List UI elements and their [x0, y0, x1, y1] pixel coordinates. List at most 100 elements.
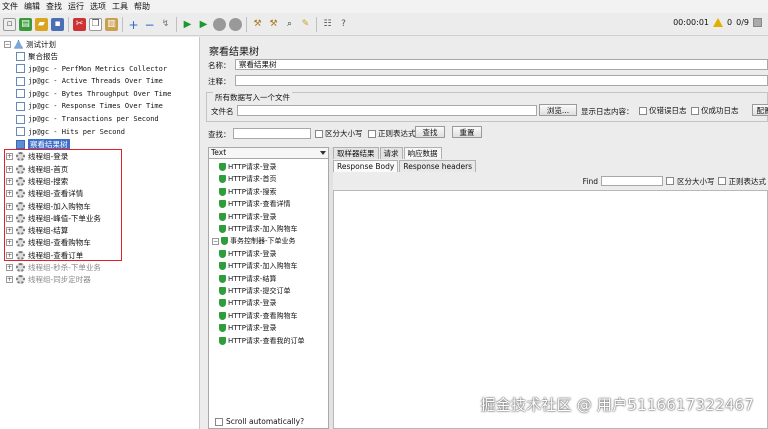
regex-checkbox[interactable] — [368, 129, 376, 138]
sample-row[interactable]: HTTP请求-查看购物车 — [219, 310, 297, 322]
sample-row[interactable]: HTTP请求-结算 — [219, 273, 276, 285]
sample-row[interactable]: HTTP请求-查看详情 — [219, 198, 290, 210]
tree-node[interactable]: jp@gc - PerfMon Metrics Collector — [16, 63, 167, 75]
transaction-row[interactable]: − 事务控制器-下单业务 — [212, 235, 296, 247]
errors-only-checkbox[interactable] — [639, 106, 647, 115]
open-icon[interactable]: ▰ — [35, 18, 48, 31]
renderer-select[interactable]: Text — [209, 148, 328, 159]
function-helper-icon[interactable]: ☷ — [321, 18, 334, 31]
menu-item[interactable]: 运行 — [68, 1, 84, 12]
sample-row[interactable]: HTTP请求-登录 — [219, 211, 276, 223]
sample-row[interactable]: HTTP请求-搜索 — [219, 186, 276, 198]
new-icon[interactable]: ▫ — [3, 18, 16, 31]
tree-node[interactable]: + 线程组-同步定时器 — [6, 274, 91, 286]
menu-item[interactable]: 文件 — [2, 1, 18, 12]
sample-row[interactable]: HTTP请求-首页 — [219, 173, 276, 185]
name-label: 名称： — [208, 61, 231, 70]
result-tab[interactable]: 取样器结果 — [333, 147, 379, 159]
sample-row[interactable]: HTTP请求-登录 — [219, 322, 276, 334]
menu-item[interactable]: 工具 — [112, 1, 128, 12]
find-case-checkbox[interactable] — [666, 177, 674, 185]
expand-toggle-icon[interactable]: + — [6, 264, 13, 271]
collapse-icon[interactable]: − — [143, 18, 156, 31]
clear-all-icon[interactable]: ⚒ — [267, 18, 280, 31]
browse-button[interactable]: 浏览... — [539, 104, 577, 116]
reset-search-icon[interactable]: ✎ — [299, 18, 312, 31]
success-only-option[interactable]: 仅成功日志 — [691, 105, 739, 116]
sample-row[interactable]: HTTP请求-提交订单 — [219, 285, 290, 297]
expand-icon[interactable]: + — [127, 18, 140, 31]
warning-icon[interactable] — [713, 18, 724, 27]
start-icon[interactable]: ▶ — [181, 18, 194, 31]
scroll-automatically-option[interactable]: Scroll automatically? — [215, 417, 304, 426]
listener-icon — [16, 89, 25, 99]
tree-node[interactable]: + 线程组-秒杀-下单业务 — [6, 262, 101, 274]
templates-icon[interactable]: ▤ — [19, 18, 32, 31]
test-plan-icon — [14, 39, 23, 49]
tree-node[interactable]: jp@gc - Transactions per Second — [16, 113, 159, 125]
find-regex-checkbox[interactable] — [717, 177, 726, 185]
cut-icon[interactable]: ✂ — [73, 18, 86, 31]
menu-item[interactable]: 编辑 — [24, 1, 40, 12]
sample-label: HTTP请求-登录 — [228, 249, 277, 258]
stop-icon[interactable] — [213, 18, 226, 31]
result-tab[interactable]: 响应数据 — [403, 147, 442, 159]
scroll-automatically-checkbox[interactable] — [215, 417, 223, 426]
expand-toggle-icon[interactable]: + — [6, 276, 13, 284]
success-only-checkbox[interactable] — [691, 106, 699, 115]
success-shield-icon — [219, 262, 226, 271]
save-icon[interactable]: ▪ — [51, 18, 64, 31]
errors-only-option[interactable]: 仅错误日志 — [639, 105, 687, 116]
collapse-toggle-icon[interactable]: − — [212, 237, 219, 245]
listener-icon — [16, 101, 25, 111]
case-sensitive-option[interactable]: 区分大小写 — [315, 128, 363, 139]
tree-node[interactable]: 聚合报告 — [16, 50, 58, 62]
tree-node[interactable]: jp@gc - Hits per Second — [16, 126, 125, 138]
sample-row[interactable]: HTTP请求-登录 — [219, 248, 276, 260]
sample-row[interactable]: HTTP请求-查看我的订单 — [219, 335, 304, 347]
toggle-icon[interactable]: ↯ — [159, 18, 172, 31]
help-icon[interactable]: ? — [337, 18, 350, 31]
collapse-toggle-icon[interactable]: − — [4, 40, 11, 48]
tree-root[interactable]: − 测试计划 — [4, 38, 56, 50]
success-shield-icon — [219, 299, 226, 308]
reset-button[interactable]: 重置 — [452, 126, 482, 138]
sample-row[interactable]: HTTP请求-登录 — [219, 161, 276, 173]
case-sensitive-checkbox[interactable] — [315, 129, 323, 138]
active-indicator-icon — [753, 18, 762, 27]
menu-item[interactable]: 查找 — [46, 1, 62, 12]
sample-row[interactable]: HTTP请求-登录 — [219, 297, 276, 309]
success-shield-icon — [219, 324, 226, 333]
find-field[interactable] — [601, 176, 663, 186]
search-field[interactable] — [233, 128, 311, 139]
clear-icon[interactable]: ⚒ — [251, 18, 264, 31]
sample-result-list[interactable]: Text Scroll automatically? HTTP请求-登录 HTTP… — [208, 147, 329, 429]
find-label: Find — [582, 176, 598, 186]
success-shield-icon — [219, 200, 226, 209]
renderer-value: Text — [211, 148, 227, 157]
copy-icon[interactable]: ❐ — [89, 18, 102, 31]
regex-option[interactable]: 正则表达式 — [368, 128, 416, 139]
tree-node[interactable]: jp@gc - Active Threads Over Time — [16, 75, 163, 87]
name-field[interactable]: 察看结果树 — [235, 59, 768, 70]
sample-row[interactable]: HTTP请求-加入购物车 — [219, 223, 297, 235]
tree-node[interactable]: jp@gc - Response Times Over Time — [16, 100, 163, 112]
search-icon[interactable]: ⌕ — [283, 18, 296, 31]
menu-item[interactable]: 选项 — [90, 1, 106, 12]
paste-icon[interactable]: ▥ — [105, 18, 118, 31]
sample-row[interactable]: HTTP请求-加入购物车 — [219, 260, 297, 272]
response-tab[interactable]: Response Body — [333, 160, 399, 172]
result-tab[interactable]: 请求 — [379, 147, 403, 159]
shutdown-icon[interactable] — [229, 18, 242, 31]
filename-field[interactable] — [237, 105, 537, 116]
search-button[interactable]: 查找 — [415, 126, 445, 138]
comment-field[interactable] — [235, 75, 768, 86]
response-tab[interactable]: Response headers — [399, 160, 477, 172]
watermark: 掘金技术社区 @ 用户5116617322467 — [480, 396, 754, 414]
configure-button[interactable]: 配置 — [752, 104, 768, 116]
tree-node[interactable]: jp@gc - Bytes Throughput Over Time — [16, 88, 171, 100]
sample-label: HTTP请求-结算 — [228, 274, 277, 283]
start-no-pause-icon[interactable]: ▶ — [197, 18, 210, 31]
response-tabs: Response Body Response headers — [333, 160, 477, 172]
menu-item[interactable]: 帮助 — [134, 1, 150, 12]
